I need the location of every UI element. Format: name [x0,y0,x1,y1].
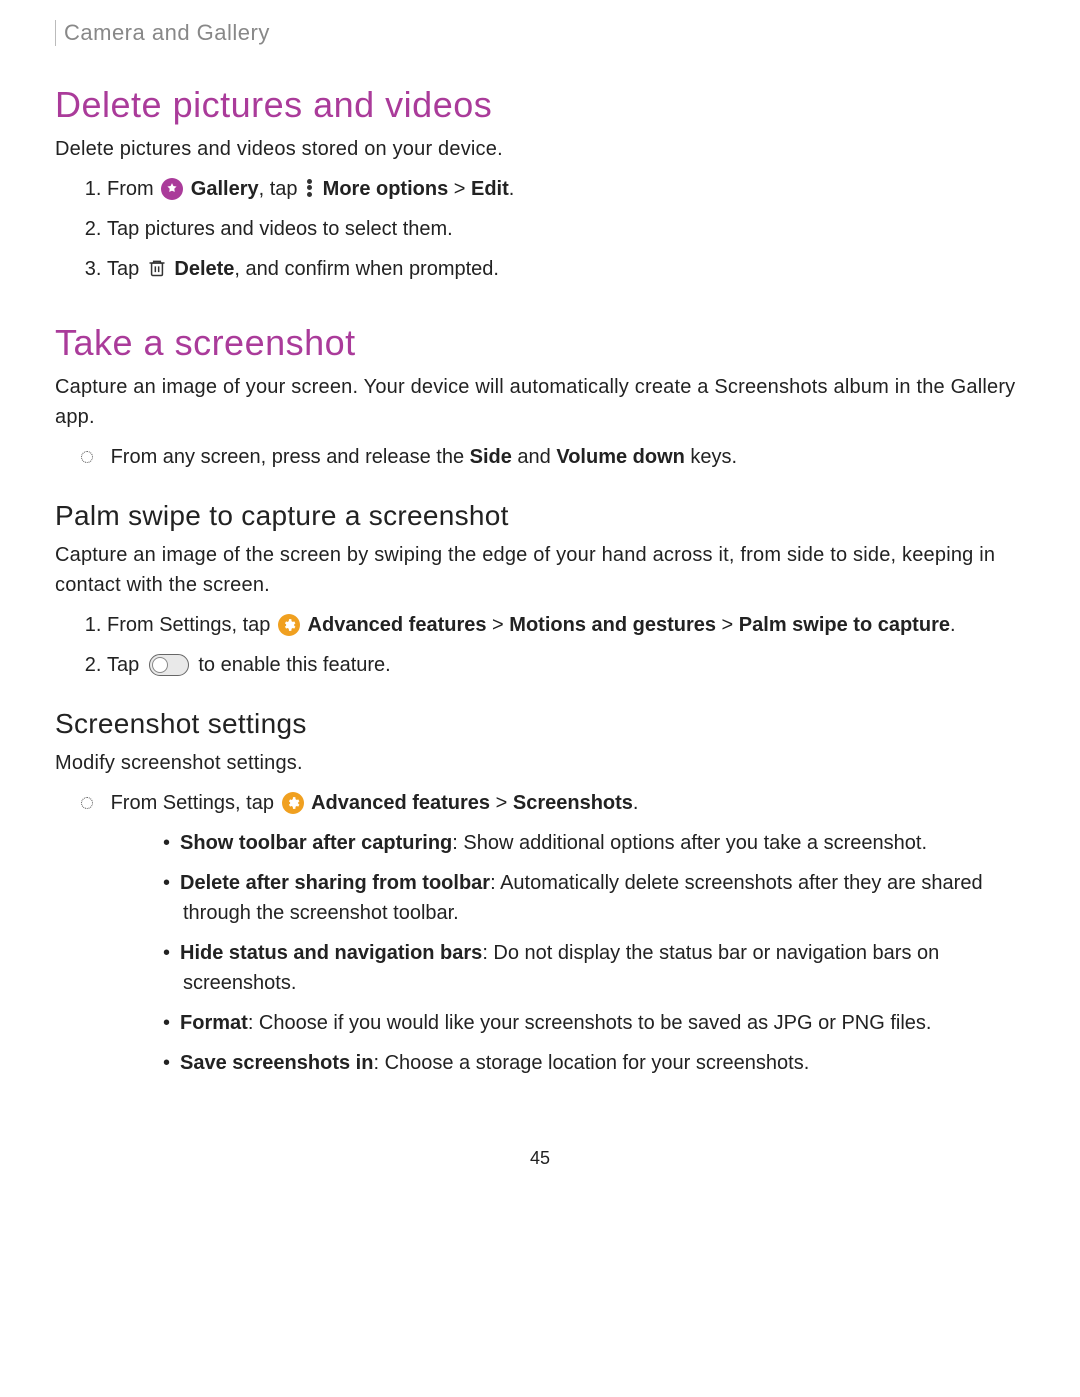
heading-palmswipe: Palm swipe to capture a screenshot [55,500,1025,532]
delete-label: Delete [174,258,234,280]
intro-palmswipe: Capture an image of the screen by swipin… [55,540,1025,600]
list-item: Tap to enable this feature. [107,650,1025,680]
list-item: From Settings, tap Advanced features > M… [107,610,1025,640]
more-options-icon [307,179,313,197]
toggle-icon [149,654,189,676]
intro-settings: Modify screenshot settings. [55,748,1025,778]
settings-icon [278,614,300,636]
list-item: From Gallery, tap More options > Edit. [107,174,1025,204]
edit-label: Edit [471,178,509,200]
list-item: Tap Delete, and confirm when prompted. [107,254,1025,284]
page-number: 45 [55,1148,1025,1189]
intro-delete: Delete pictures and videos stored on you… [55,134,1025,164]
settings-bullets: From Settings, tap Advanced features > S… [55,788,1025,1078]
screenshot-bullets: From any screen, press and release the S… [55,442,1025,472]
list-item: Tap pictures and videos to select them. [107,214,1025,244]
gallery-label: Gallery [191,178,259,200]
breadcrumb: Camera and Gallery [55,20,1025,46]
delete-steps: From Gallery, tap More options > Edit. T… [55,174,1025,284]
more-options-label: More options [323,178,449,200]
trash-icon [147,257,167,279]
settings-options: Show toolbar after capturing: Show addit… [107,828,1025,1078]
list-item: Format: Choose if you would like your sc… [183,1008,1025,1038]
heading-settings: Screenshot settings [55,708,1025,740]
page: Camera and Gallery Delete pictures and v… [0,0,1080,1189]
list-item: From any screen, press and release the S… [107,442,1025,472]
palmswipe-steps: From Settings, tap Advanced features > M… [55,610,1025,680]
settings-icon [282,792,304,814]
heading-delete: Delete pictures and videos [55,84,1025,126]
list-item: Hide status and navigation bars: Do not … [183,938,1025,998]
heading-screenshot: Take a screenshot [55,322,1025,364]
list-item: Save screenshots in: Choose a storage lo… [183,1048,1025,1078]
gallery-icon [161,178,183,200]
intro-screenshot: Capture an image of your screen. Your de… [55,372,1025,432]
list-item: From Settings, tap Advanced features > S… [107,788,1025,1078]
list-item: Show toolbar after capturing: Show addit… [183,828,1025,858]
list-item: Delete after sharing from toolbar: Autom… [183,868,1025,928]
